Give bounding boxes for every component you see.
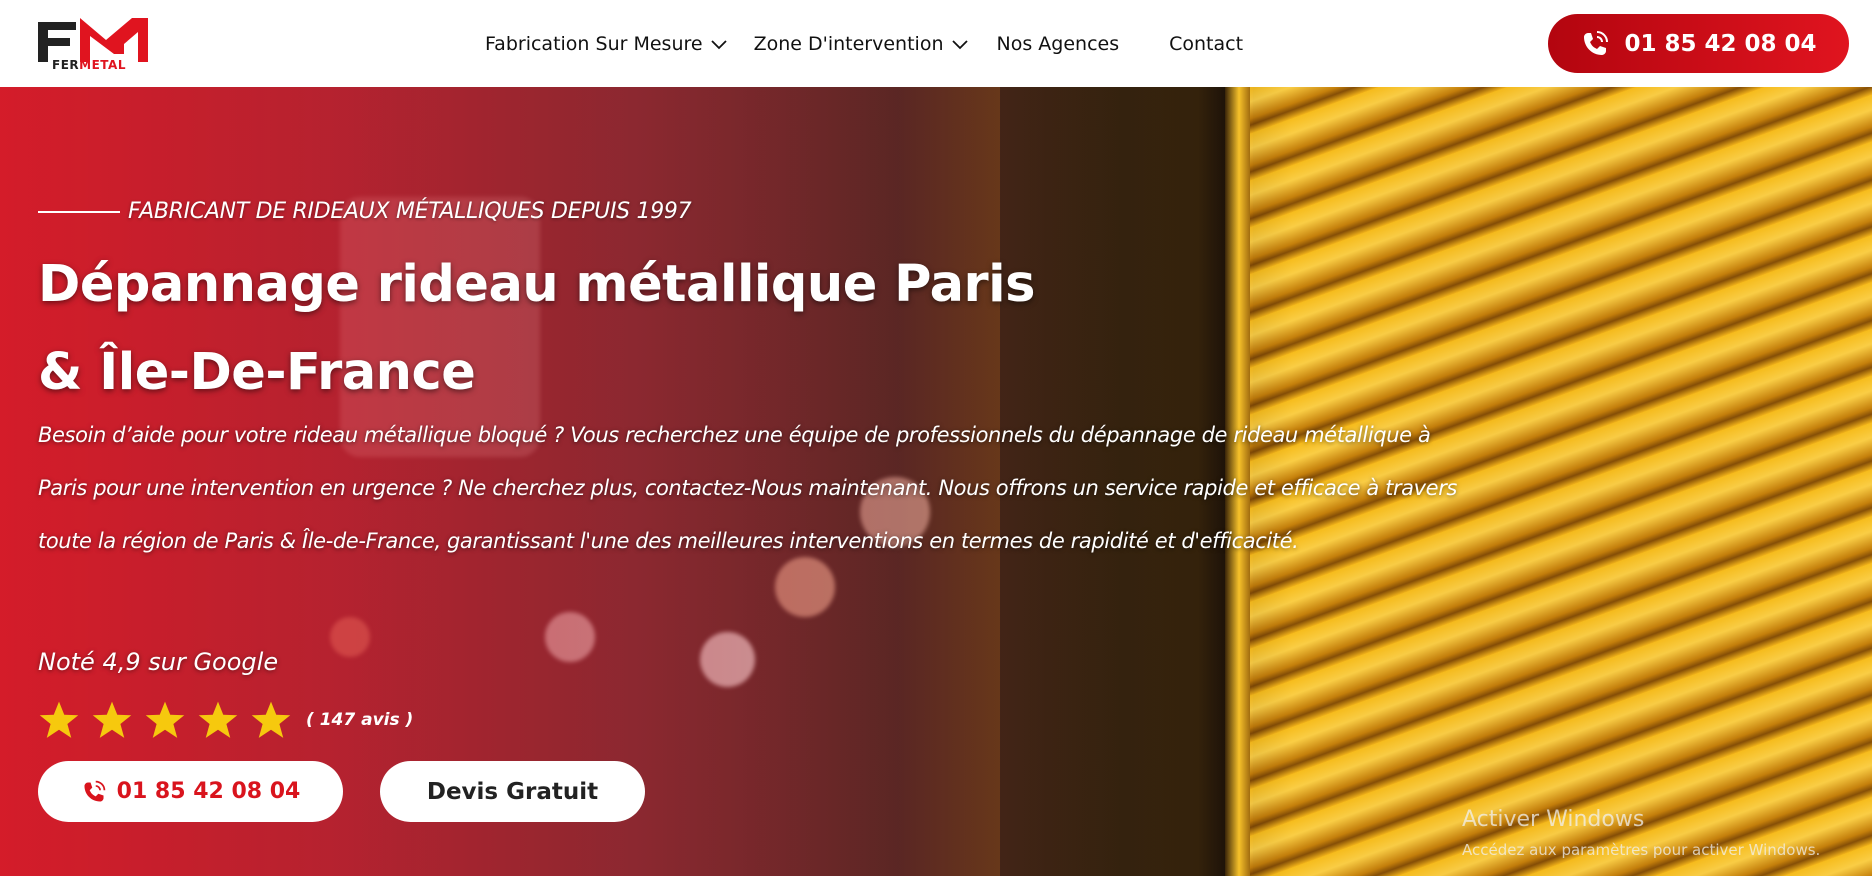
hero-tagline: FABRICANT DE RIDEAUX MÉTALLIQUES DEPUIS … [38, 199, 692, 224]
nav-label: Contact [1169, 33, 1244, 55]
review-count[interactable]: ( 147 avis ) [306, 710, 413, 730]
logo-text-metal: METAL [79, 58, 126, 72]
chevron-down-icon [951, 40, 968, 50]
header-phone-button[interactable]: 01 85 42 08 04 [1548, 14, 1849, 73]
fermetal-logo[interactable]: FERMETAL [36, 14, 154, 74]
watermark-subtitle: Accédez aux paramètres pour activer Wind… [1462, 841, 1821, 859]
site-header: FERMETAL Fabrication Sur Mesure Zone D'i… [0, 0, 1872, 87]
free-quote-label: Devis Gratuit [426, 778, 599, 805]
hero-intro-text: Besoin d’aide pour votre rideau métalliq… [38, 423, 1457, 553]
main-nav: Fabrication Sur Mesure Zone D'interventi… [485, 30, 1243, 58]
logo-mark [38, 18, 148, 62]
hero-phone-button[interactable]: 01 85 42 08 04 [38, 761, 343, 822]
logo-text-fer: FER [52, 58, 80, 72]
nav-contact[interactable]: Contact [1169, 30, 1243, 58]
star-icon [145, 701, 185, 738]
tagline-text: FABRICANT DE RIDEAUX MÉTALLIQUES DEPUIS … [128, 199, 692, 224]
hero-section: FABRICANT DE RIDEAUX MÉTALLIQUES DEPUIS … [0, 87, 1872, 876]
rating-stars: ( 147 avis ) [38, 699, 413, 741]
hero-title-line-2: & Île-De-France [38, 343, 476, 402]
hero-phone-number: 01 85 42 08 04 [116, 779, 301, 804]
hero-title: Dépannage rideau métallique Paris & Île-… [38, 241, 1138, 417]
nav-fabrication-sur-mesure[interactable]: Fabrication Sur Mesure [485, 30, 728, 58]
star-icon [39, 701, 79, 738]
phone-icon [84, 780, 105, 802]
nav-label: Fabrication Sur Mesure [485, 33, 703, 55]
tagline-divider [38, 210, 120, 213]
star-icon [251, 701, 291, 738]
nav-label: Nos Agences [996, 33, 1120, 55]
header-phone-number: 01 85 42 08 04 [1624, 30, 1817, 57]
google-rating-text: Noté 4,9 sur Google [38, 648, 279, 676]
phone-icon [1584, 30, 1609, 55]
windows-activation-watermark: Activer Windows Accédez aux paramètres p… [1462, 807, 1820, 859]
free-quote-button[interactable]: Devis Gratuit [380, 761, 645, 822]
nav-zone-intervention[interactable]: Zone D'intervention [754, 30, 969, 58]
star-icon [92, 701, 132, 738]
logo-wordmark: FERMETAL [52, 58, 126, 72]
chevron-down-icon [710, 40, 727, 50]
hero-title-line-1: Dépannage rideau métallique Paris [38, 255, 1035, 314]
star-icon [198, 701, 238, 738]
nav-nos-agences[interactable]: Nos Agences [997, 30, 1120, 58]
nav-label: Zone D'intervention [753, 33, 944, 55]
watermark-title: Activer Windows [1462, 807, 1645, 832]
